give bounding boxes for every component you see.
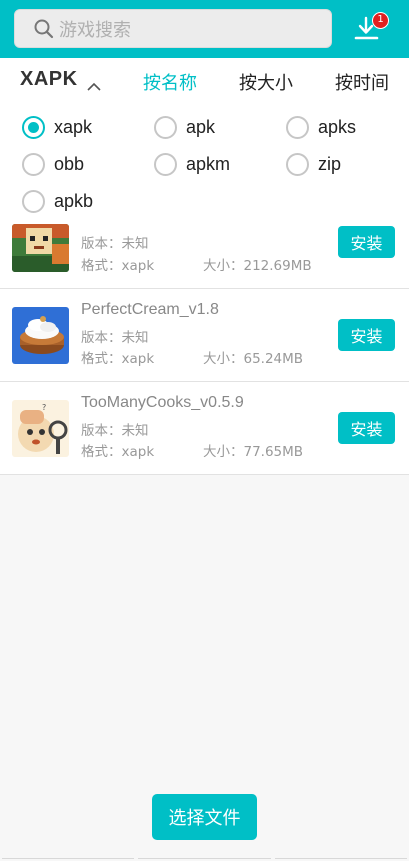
radio-button-icon (286, 153, 309, 176)
choose-file-button[interactable]: 选择文件 (152, 794, 257, 840)
radio-apkb[interactable]: apkb (22, 190, 93, 213)
install-button[interactable]: 安装 (338, 226, 395, 258)
radio-label: obb (54, 154, 85, 174)
download-button[interactable]: 1 (352, 12, 389, 46)
filetype-label: XAPK (20, 68, 78, 90)
file-format: 格式：xapk (81, 258, 155, 274)
radio-button-icon (22, 116, 45, 139)
chevron-up-icon (86, 75, 102, 91)
file-format: 格式：xapk (81, 351, 155, 367)
tab-by-time[interactable]: 按时间 (335, 69, 389, 95)
radio-apk[interactable]: apk (154, 116, 215, 139)
radio-apkm[interactable]: apkm (154, 153, 230, 176)
file-format: 格式：xapk (81, 444, 155, 460)
radio-label: apks (318, 117, 357, 137)
radio-button-icon (154, 116, 177, 139)
install-button[interactable]: 安装 (338, 412, 395, 444)
file-name: TooManyCooks_v0.5.9 (81, 394, 244, 411)
file-size: 大小：65.24MB (203, 351, 304, 367)
file-version: 版本：未知 (81, 236, 149, 252)
file-size: 大小：77.65MB (203, 444, 304, 460)
file-version: 版本：未知 (81, 330, 149, 346)
radio-button-icon (286, 116, 309, 139)
install-button[interactable]: 安装 (338, 319, 395, 351)
search-input[interactable]: 游戏搜索 (14, 9, 332, 48)
top-bar: 游戏搜索 1 (0, 0, 409, 58)
radio-xapk[interactable]: xapk (22, 116, 92, 139)
radio-button-icon (22, 190, 45, 213)
list-item: PerfectCream_v1.8 版本：未知 格式：xapk 大小：65.24… (0, 289, 409, 382)
radio-label: xapk (54, 117, 93, 137)
radio-label: apkb (54, 191, 94, 211)
radio-button-icon (154, 153, 177, 176)
file-size: 大小：212.69MB (203, 258, 312, 274)
search-placeholder: 游戏搜索 (59, 19, 131, 41)
tab-by-size[interactable]: 按大小 (239, 69, 293, 95)
filetype-filter-panel: xapk apk apks obb apkm zip apkb (0, 104, 409, 220)
radio-zip[interactable]: zip (286, 153, 341, 176)
radio-apks[interactable]: apks (286, 116, 356, 139)
file-version: 版本：未知 (81, 423, 149, 439)
filetype-dropdown[interactable]: XAPK (20, 68, 102, 91)
list-item: ? TooManyCooks_v0.5.9 版本：未知 格式：xapk 大小：7… (0, 382, 409, 475)
radio-button-icon (22, 153, 45, 176)
app-thumbnail: ? (12, 400, 69, 457)
sort-tabs: XAPK 按名称 按大小 按时间 (0, 58, 409, 104)
app-thumbnail (12, 307, 69, 364)
tab-by-name[interactable]: 按名称 (143, 69, 197, 95)
radio-label: apk (186, 117, 216, 137)
radio-label: apkm (186, 154, 231, 174)
list-item: 版本：未知 格式：xapk 大小：212.69MB 安装 (0, 220, 409, 289)
radio-obb[interactable]: obb (22, 153, 84, 176)
svg-text:?: ? (42, 403, 46, 412)
file-name: PerfectCream_v1.8 (81, 301, 219, 318)
app-thumbnail (12, 224, 69, 272)
download-badge: 1 (372, 12, 389, 29)
radio-label: zip (318, 154, 342, 174)
search-icon (33, 18, 55, 40)
